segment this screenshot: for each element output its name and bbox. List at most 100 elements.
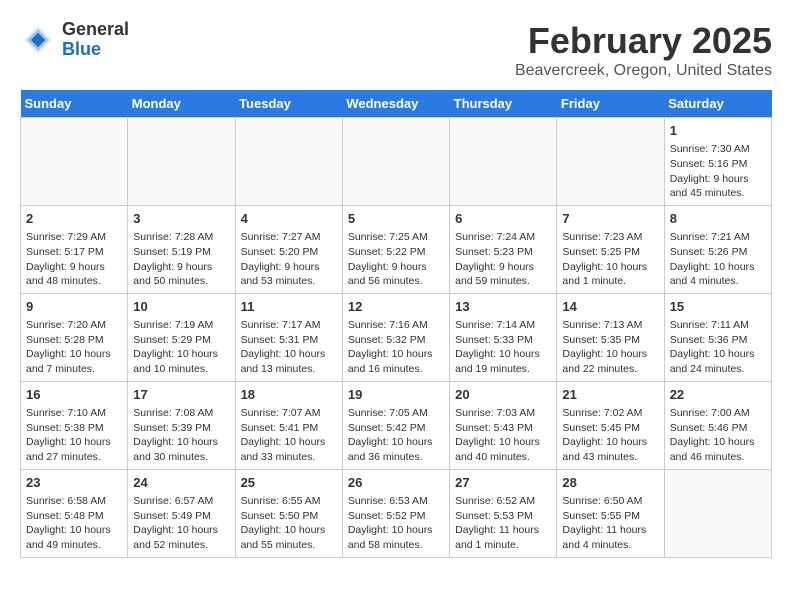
- calendar-cell: 13 Sunrise: 7:14 AM Sunset: 5:33 PM Dayli…: [450, 293, 557, 381]
- calendar-cell: 12 Sunrise: 7:16 AM Sunset: 5:32 PM Dayli…: [342, 293, 449, 381]
- day-number: 19: [348, 386, 444, 404]
- calendar-cell: 11 Sunrise: 7:17 AM Sunset: 5:31 PM Dayli…: [235, 293, 342, 381]
- day-number: 16: [26, 386, 122, 404]
- day-info: Sunrise: 7:07 AM Sunset: 5:41 PM Dayligh…: [241, 406, 337, 465]
- calendar-cell: [342, 118, 449, 206]
- day-info: Sunrise: 7:29 AM Sunset: 5:17 PM Dayligh…: [26, 230, 122, 289]
- calendar-cell: 28 Sunrise: 6:50 AM Sunset: 5:55 PM Dayli…: [557, 469, 664, 557]
- day-info: Sunrise: 7:13 AM Sunset: 5:35 PM Dayligh…: [562, 318, 658, 377]
- calendar-cell: 17 Sunrise: 7:08 AM Sunset: 5:39 PM Dayli…: [128, 381, 235, 469]
- calendar-cell: 4 Sunrise: 7:27 AM Sunset: 5:20 PM Daylig…: [235, 205, 342, 293]
- calendar-cell: 16 Sunrise: 7:10 AM Sunset: 5:38 PM Dayli…: [21, 381, 128, 469]
- header: General Blue February 2025 Beavercreek, …: [20, 20, 772, 80]
- days-header-row: SundayMondayTuesdayWednesdayThursdayFrid…: [21, 90, 772, 118]
- day-info: Sunrise: 7:14 AM Sunset: 5:33 PM Dayligh…: [455, 318, 551, 377]
- day-info: Sunrise: 7:16 AM Sunset: 5:32 PM Dayligh…: [348, 318, 444, 377]
- day-number: 5: [348, 210, 444, 228]
- calendar-cell: 5 Sunrise: 7:25 AM Sunset: 5:22 PM Daylig…: [342, 205, 449, 293]
- logo-icon: [20, 22, 56, 58]
- day-header-tuesday: Tuesday: [235, 90, 342, 118]
- calendar-cell: [21, 118, 128, 206]
- calendar-table: SundayMondayTuesdayWednesdayThursdayFrid…: [20, 90, 772, 558]
- day-number: 13: [455, 298, 551, 316]
- day-number: 23: [26, 474, 122, 492]
- calendar-cell: 27Sunrise: 6:52 AM Sunset: 5:53 PM Dayli…: [450, 469, 557, 557]
- calendar-cell: 6 Sunrise: 7:24 AM Sunset: 5:23 PM Daylig…: [450, 205, 557, 293]
- logo: General Blue: [20, 20, 129, 60]
- day-info: Sunrise: 7:24 AM Sunset: 5:23 PM Dayligh…: [455, 230, 551, 289]
- calendar-cell: 20Sunrise: 7:03 AM Sunset: 5:43 PM Dayli…: [450, 381, 557, 469]
- day-info: Sunrise: 7:00 AM Sunset: 5:46 PM Dayligh…: [670, 406, 766, 465]
- calendar-cell: [557, 118, 664, 206]
- title-area: February 2025 Beavercreek, Oregon, Unite…: [515, 20, 772, 80]
- day-number: 7: [562, 210, 658, 228]
- day-number: 18: [241, 386, 337, 404]
- day-info: Sunrise: 6:53 AM Sunset: 5:52 PM Dayligh…: [348, 494, 444, 553]
- calendar-cell: 10 Sunrise: 7:19 AM Sunset: 5:29 PM Dayli…: [128, 293, 235, 381]
- day-number: 12: [348, 298, 444, 316]
- day-info: Sunrise: 7:08 AM Sunset: 5:39 PM Dayligh…: [133, 406, 229, 465]
- day-info: Sunrise: 6:58 AM Sunset: 5:48 PM Dayligh…: [26, 494, 122, 553]
- day-info: Sunrise: 7:20 AM Sunset: 5:28 PM Dayligh…: [26, 318, 122, 377]
- day-number: 11: [241, 298, 337, 316]
- day-number: 17: [133, 386, 229, 404]
- day-header-wednesday: Wednesday: [342, 90, 449, 118]
- day-info: Sunrise: 6:55 AM Sunset: 5:50 PM Dayligh…: [241, 494, 337, 553]
- day-info: Sunrise: 7:17 AM Sunset: 5:31 PM Dayligh…: [241, 318, 337, 377]
- week-row-1: 1 Sunrise: 7:30 AM Sunset: 5:16 PM Daylig…: [21, 118, 772, 206]
- day-number: 26: [348, 474, 444, 492]
- calendar-cell: 15Sunrise: 7:11 AM Sunset: 5:36 PM Dayli…: [664, 293, 771, 381]
- day-number: 27: [455, 474, 551, 492]
- calendar-cell: [450, 118, 557, 206]
- calendar-cell: 7 Sunrise: 7:23 AM Sunset: 5:25 PM Daylig…: [557, 205, 664, 293]
- calendar-cell: 9Sunrise: 7:20 AM Sunset: 5:28 PM Daylig…: [21, 293, 128, 381]
- day-info: Sunrise: 7:27 AM Sunset: 5:20 PM Dayligh…: [241, 230, 337, 289]
- day-info: Sunrise: 6:57 AM Sunset: 5:49 PM Dayligh…: [133, 494, 229, 553]
- day-header-monday: Monday: [128, 90, 235, 118]
- day-info: Sunrise: 7:19 AM Sunset: 5:29 PM Dayligh…: [133, 318, 229, 377]
- day-number: 6: [455, 210, 551, 228]
- day-number: 25: [241, 474, 337, 492]
- day-info: Sunrise: 7:05 AM Sunset: 5:42 PM Dayligh…: [348, 406, 444, 465]
- calendar-cell: [128, 118, 235, 206]
- day-info: Sunrise: 7:10 AM Sunset: 5:38 PM Dayligh…: [26, 406, 122, 465]
- calendar-cell: 8 Sunrise: 7:21 AM Sunset: 5:26 PM Daylig…: [664, 205, 771, 293]
- day-info: Sunrise: 7:23 AM Sunset: 5:25 PM Dayligh…: [562, 230, 658, 289]
- calendar-cell: 18 Sunrise: 7:07 AM Sunset: 5:41 PM Dayli…: [235, 381, 342, 469]
- calendar-cell: 23 Sunrise: 6:58 AM Sunset: 5:48 PM Dayli…: [21, 469, 128, 557]
- day-number: 28: [562, 474, 658, 492]
- calendar-cell: 25 Sunrise: 6:55 AM Sunset: 5:50 PM Dayli…: [235, 469, 342, 557]
- day-info: Sunrise: 7:28 AM Sunset: 5:19 PM Dayligh…: [133, 230, 229, 289]
- day-header-friday: Friday: [557, 90, 664, 118]
- day-number: 4: [241, 210, 337, 228]
- day-number: 21: [562, 386, 658, 404]
- day-header-thursday: Thursday: [450, 90, 557, 118]
- day-number: 22: [670, 386, 766, 404]
- calendar-cell: 1 Sunrise: 7:30 AM Sunset: 5:16 PM Daylig…: [664, 118, 771, 206]
- day-number: 8: [670, 210, 766, 228]
- day-number: 10: [133, 298, 229, 316]
- calendar-cell: 26 Sunrise: 6:53 AM Sunset: 5:52 PM Dayli…: [342, 469, 449, 557]
- day-number: 1: [670, 122, 766, 140]
- week-row-3: 9Sunrise: 7:20 AM Sunset: 5:28 PM Daylig…: [21, 293, 772, 381]
- day-header-saturday: Saturday: [664, 90, 771, 118]
- calendar-cell: 21 Sunrise: 7:02 AM Sunset: 5:45 PM Dayli…: [557, 381, 664, 469]
- main-title: February 2025: [515, 20, 772, 62]
- day-info: Sunrise: 7:25 AM Sunset: 5:22 PM Dayligh…: [348, 230, 444, 289]
- day-number: 3: [133, 210, 229, 228]
- calendar-cell: 3 Sunrise: 7:28 AM Sunset: 5:19 PM Daylig…: [128, 205, 235, 293]
- calendar-cell: 24 Sunrise: 6:57 AM Sunset: 5:49 PM Dayli…: [128, 469, 235, 557]
- subtitle: Beavercreek, Oregon, United States: [515, 62, 772, 80]
- day-info: Sunrise: 6:50 AM Sunset: 5:55 PM Dayligh…: [562, 494, 658, 553]
- calendar-cell: [664, 469, 771, 557]
- day-number: 2: [26, 210, 122, 228]
- day-info: Sunrise: 7:21 AM Sunset: 5:26 PM Dayligh…: [670, 230, 766, 289]
- day-number: 15: [670, 298, 766, 316]
- day-info: Sunrise: 7:02 AM Sunset: 5:45 PM Dayligh…: [562, 406, 658, 465]
- day-header-sunday: Sunday: [21, 90, 128, 118]
- week-row-5: 23 Sunrise: 6:58 AM Sunset: 5:48 PM Dayli…: [21, 469, 772, 557]
- day-number: 14: [562, 298, 658, 316]
- week-row-4: 16 Sunrise: 7:10 AM Sunset: 5:38 PM Dayli…: [21, 381, 772, 469]
- day-number: 24: [133, 474, 229, 492]
- day-info: Sunrise: 7:30 AM Sunset: 5:16 PM Dayligh…: [670, 142, 766, 201]
